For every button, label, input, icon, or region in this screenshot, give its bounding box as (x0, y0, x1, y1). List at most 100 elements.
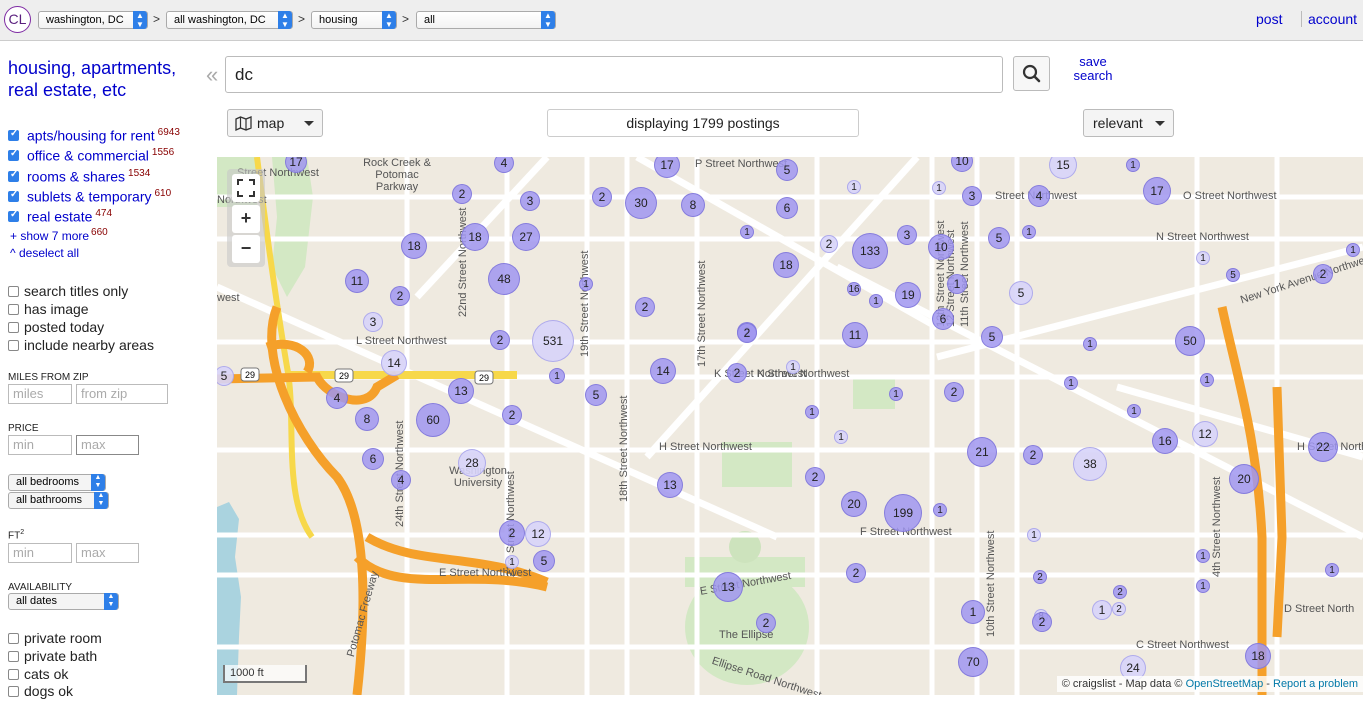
results-map[interactable]: 29 29 29 P Street Northwest O Street Nor… (217, 157, 1363, 695)
posting-cluster-marker[interactable]: 2 (820, 235, 838, 253)
posting-cluster-marker[interactable]: 28 (458, 449, 486, 477)
category-title[interactable]: housing, apartments, real estate, etc (8, 57, 188, 101)
zoom-in-button[interactable]: + (232, 205, 260, 233)
report-problem-link[interactable]: Report a problem (1273, 678, 1358, 690)
posting-cluster-marker[interactable]: 2 (1032, 612, 1052, 632)
posting-cluster-marker[interactable]: 3 (897, 225, 917, 245)
price-max-input[interactable]: max (76, 435, 139, 455)
posting-cluster-marker[interactable]: 2 (592, 187, 612, 207)
posting-cluster-marker[interactable]: 2 (846, 563, 866, 583)
posting-cluster-marker[interactable]: 22 (1308, 432, 1338, 462)
posting-cluster-marker[interactable]: 5 (981, 326, 1003, 348)
posting-cluster-marker[interactable]: 13 (713, 572, 743, 602)
posting-cluster-marker[interactable]: 1 (932, 181, 946, 195)
posting-cluster-marker[interactable]: 11 (842, 322, 868, 348)
posting-cluster-marker[interactable]: 2 (499, 520, 525, 546)
deselect-all-link[interactable]: ^ deselect all (10, 246, 79, 260)
posting-cluster-marker[interactable]: 1 (1027, 528, 1041, 542)
option-checkbox[interactable] (8, 669, 19, 680)
posting-cluster-marker[interactable]: 1 (549, 368, 565, 384)
posting-cluster-marker[interactable]: 2 (1313, 264, 1333, 284)
search-button[interactable] (1013, 56, 1050, 91)
posting-cluster-marker[interactable]: 20 (1229, 464, 1259, 494)
posting-cluster-marker[interactable]: 1 (1196, 579, 1210, 593)
posting-cluster-marker[interactable]: 2 (452, 184, 472, 204)
option-checkbox[interactable] (8, 304, 19, 315)
posting-cluster-marker[interactable]: 13 (657, 472, 683, 498)
posting-cluster-marker[interactable]: 6 (776, 197, 798, 219)
posting-cluster-marker[interactable]: 2 (756, 613, 776, 633)
posting-cluster-marker[interactable]: 1 (786, 360, 800, 374)
posting-cluster-marker[interactable]: 3 (962, 186, 982, 206)
posting-cluster-marker[interactable]: 8 (355, 407, 379, 431)
posting-cluster-marker[interactable]: 5 (776, 159, 798, 181)
category-select[interactable]: all ▲ ▼ (416, 11, 556, 29)
posting-cluster-marker[interactable]: 1 (1346, 243, 1360, 257)
posting-cluster-marker[interactable]: 70 (958, 647, 988, 677)
posting-cluster-marker[interactable]: 19 (895, 282, 921, 308)
posting-cluster-marker[interactable]: 3 (520, 191, 540, 211)
option-checkbox[interactable] (8, 651, 19, 662)
posting-cluster-marker[interactable]: 1 (805, 405, 819, 419)
option-checkbox[interactable] (8, 322, 19, 333)
posting-cluster-marker[interactable]: 6 (362, 448, 384, 470)
posting-cluster-marker[interactable]: 1 (947, 274, 967, 294)
posting-cluster-marker[interactable]: 6 (932, 308, 954, 330)
section-select[interactable]: housing ▲ ▼ (311, 11, 397, 29)
posting-cluster-marker[interactable]: 12 (1192, 421, 1218, 447)
posting-cluster-marker[interactable]: 16 (847, 282, 861, 296)
posting-cluster-marker[interactable]: 10 (928, 234, 954, 260)
posting-cluster-marker[interactable]: 11 (345, 269, 369, 293)
posting-cluster-marker[interactable]: 531 (532, 320, 574, 362)
posting-cluster-marker[interactable]: 2 (490, 330, 510, 350)
posting-cluster-marker[interactable]: 14 (381, 350, 407, 376)
craigslist-logo[interactable]: CL (4, 6, 31, 33)
posting-cluster-marker[interactable]: 18 (773, 252, 799, 278)
fullscreen-button[interactable] (232, 174, 260, 202)
availability-select[interactable]: all dates ▲ ▼ (8, 593, 119, 610)
posting-cluster-marker[interactable]: 133 (852, 233, 888, 269)
posting-cluster-marker[interactable]: 8 (681, 193, 705, 217)
posting-cluster-marker[interactable]: 2 (1023, 445, 1043, 465)
posting-cluster-marker[interactable]: 1 (869, 294, 883, 308)
posting-cluster-marker[interactable]: 14 (650, 358, 676, 384)
option-checkbox[interactable] (8, 633, 19, 644)
posting-cluster-marker[interactable]: 2 (1112, 602, 1126, 616)
posting-cluster-marker[interactable]: 20 (841, 491, 867, 517)
option-checkbox[interactable] (8, 686, 19, 697)
collapse-sidebar-icon[interactable]: « (206, 62, 218, 88)
posting-cluster-marker[interactable]: 30 (625, 187, 657, 219)
category-checkbox[interactable] (8, 209, 19, 222)
category-checkbox[interactable] (8, 169, 19, 182)
posting-cluster-marker[interactable]: 1 (847, 180, 861, 194)
area-select[interactable]: washington, DC ▲ ▼ (38, 11, 148, 29)
posting-cluster-marker[interactable]: 1 (1022, 225, 1036, 239)
posting-cluster-marker[interactable]: 1 (889, 387, 903, 401)
posting-cluster-marker[interactable]: 1 (1325, 563, 1339, 577)
bedrooms-select[interactable]: all bedrooms ▲ ▼ (8, 474, 106, 491)
posting-cluster-marker[interactable]: 1 (933, 503, 947, 517)
posting-cluster-marker[interactable]: 1 (505, 555, 519, 569)
category-checkbox[interactable] (8, 189, 19, 202)
posting-cluster-marker[interactable]: 1 (1064, 376, 1078, 390)
posting-cluster-marker[interactable]: 4 (391, 470, 411, 490)
posting-cluster-marker[interactable]: 2 (390, 286, 410, 306)
posting-cluster-marker[interactable]: 2 (502, 405, 522, 425)
posting-cluster-marker[interactable]: 2 (805, 467, 825, 487)
posting-cluster-marker[interactable]: 2 (727, 363, 747, 383)
posting-cluster-marker[interactable]: 18 (401, 233, 427, 259)
posting-cluster-marker[interactable]: 3 (363, 312, 383, 332)
bathrooms-select[interactable]: all bathrooms ▲ ▼ (8, 492, 109, 509)
posting-cluster-marker[interactable]: 2 (1033, 570, 1047, 584)
posting-cluster-marker[interactable]: 5 (585, 384, 607, 406)
posting-cluster-marker[interactable]: 60 (416, 403, 450, 437)
category-checkbox[interactable] (8, 128, 19, 141)
posting-cluster-marker[interactable]: 27 (512, 223, 540, 251)
post-link[interactable]: post (1256, 11, 1282, 27)
posting-cluster-marker[interactable]: 1 (834, 430, 848, 444)
show-more-link[interactable]: + show 7 more 660 (10, 227, 108, 243)
posting-cluster-marker[interactable]: 1 (1083, 337, 1097, 351)
posting-cluster-marker[interactable]: 1 (961, 600, 985, 624)
posting-cluster-marker[interactable]: 1 (1092, 600, 1112, 620)
posting-cluster-marker[interactable]: 2 (1113, 585, 1127, 599)
